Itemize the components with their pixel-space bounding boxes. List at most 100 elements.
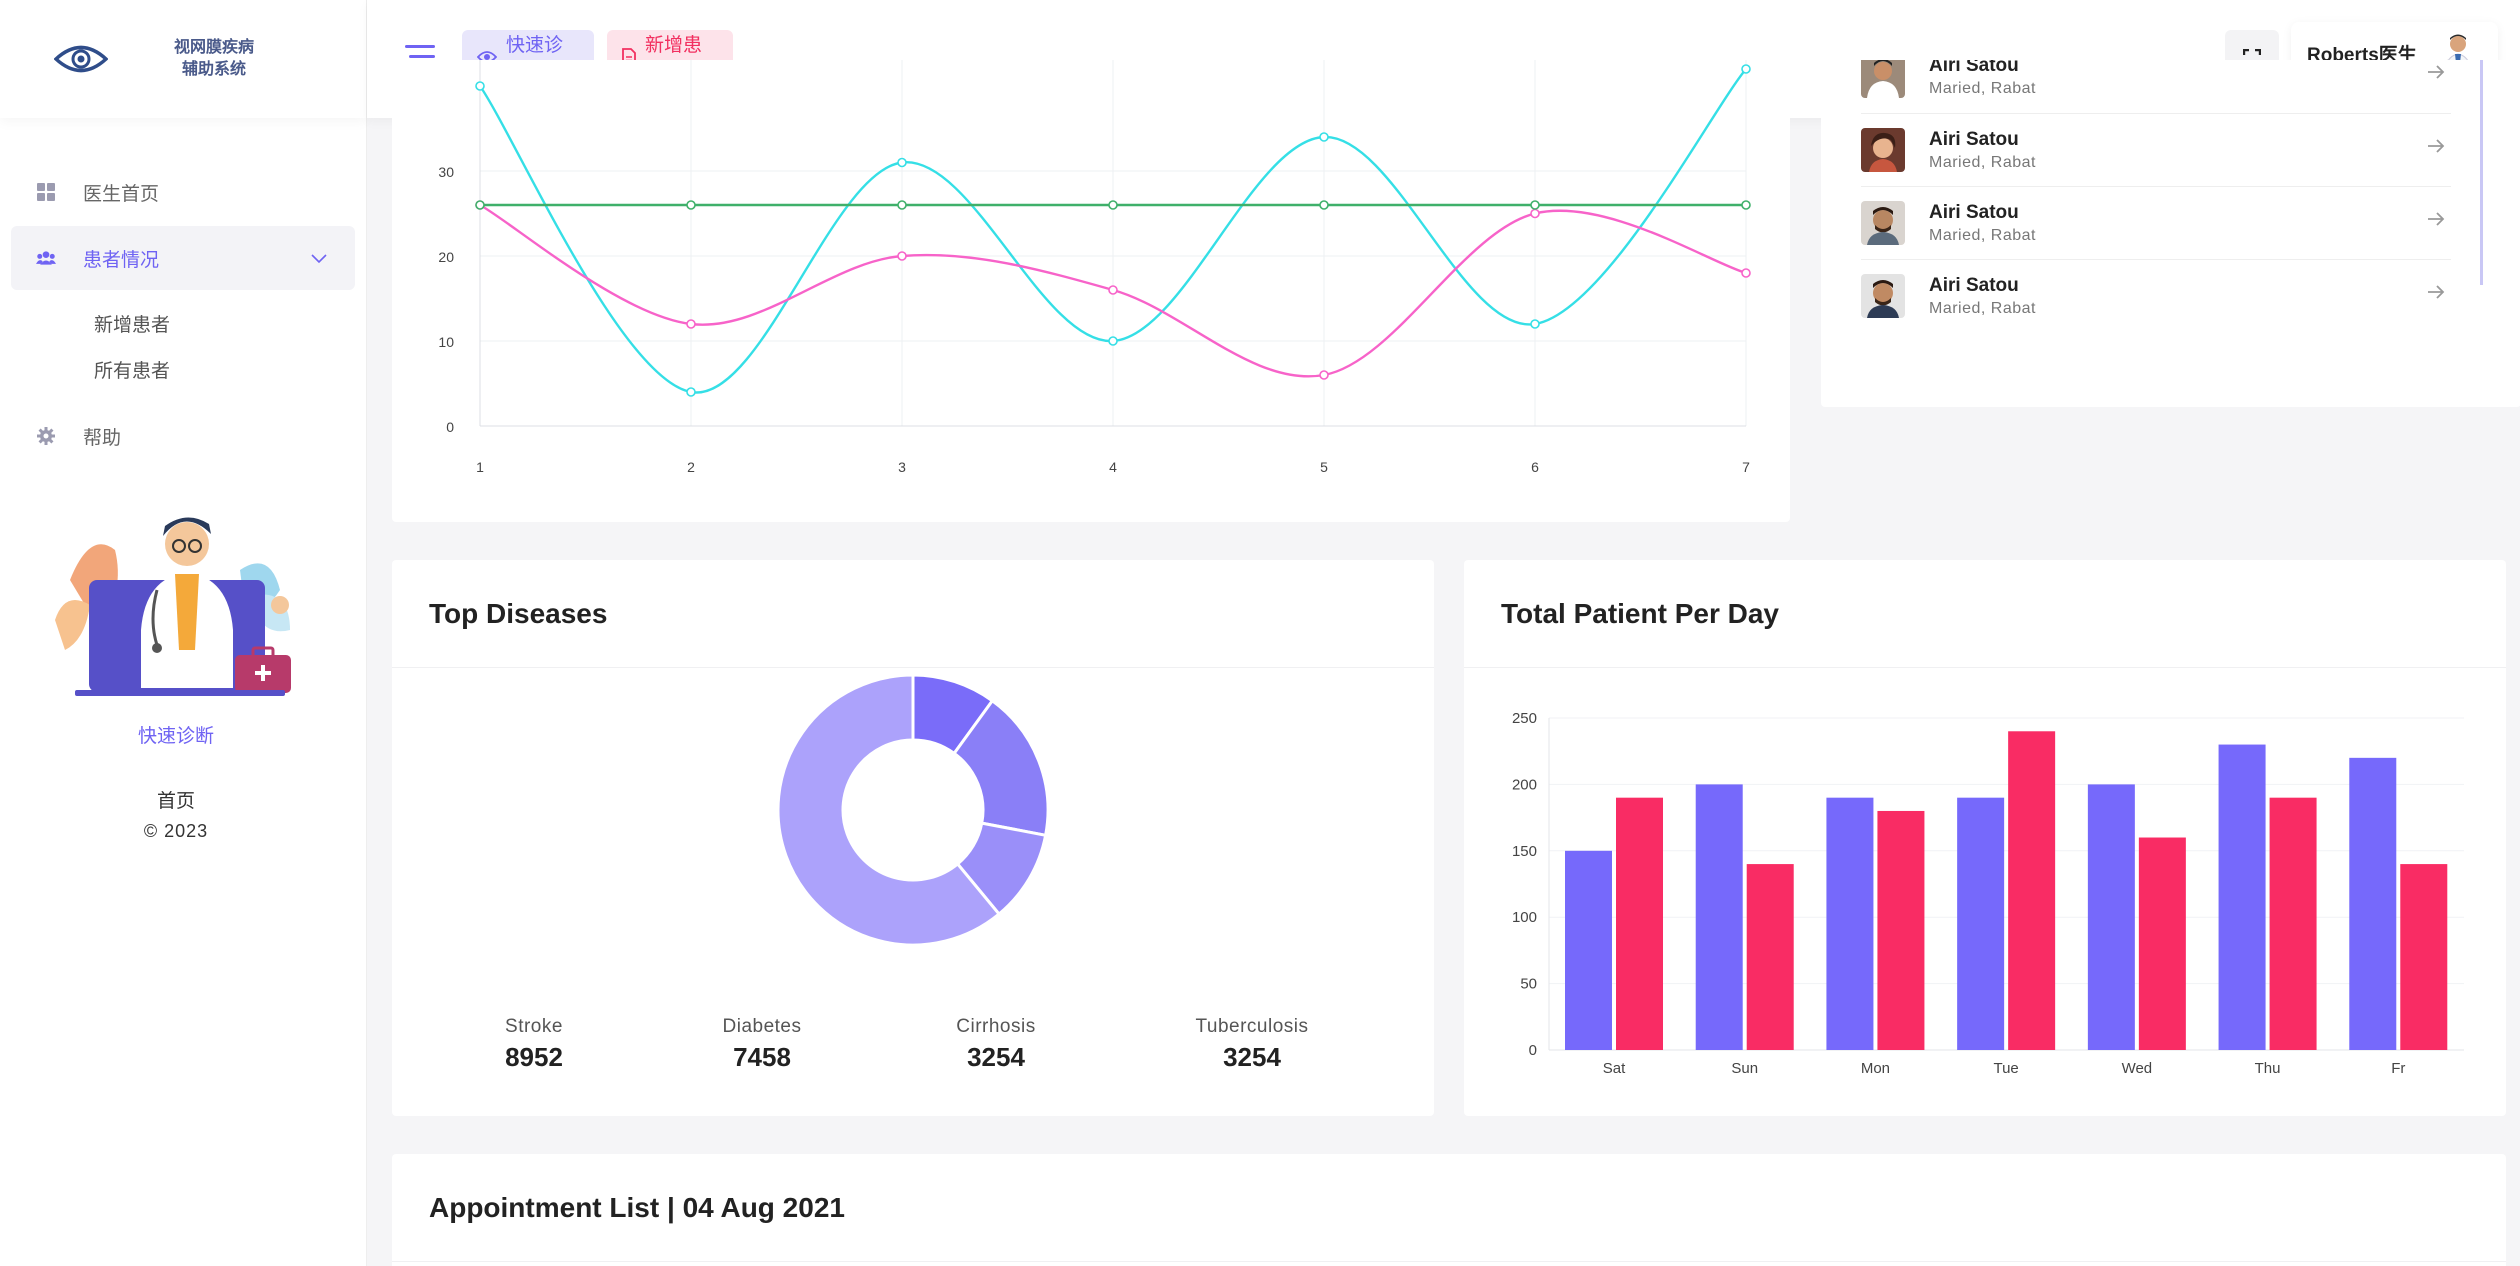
bar [1877, 810, 1925, 1050]
promo-panel: 快速诊断 首页 © 2023 [45, 510, 307, 842]
x-tick-label: 2 [687, 459, 695, 475]
stat-value: 3254 [967, 1042, 1025, 1072]
data-point [1108, 285, 1118, 295]
bar [2008, 731, 2056, 1050]
data-point [686, 200, 696, 210]
arrow-right-icon[interactable] [2427, 64, 2445, 80]
patient-status: Maried, Rabat [1929, 154, 2036, 171]
app-title-line1: 视网膜疾病 [174, 39, 255, 56]
arrow-right-icon[interactable] [2427, 138, 2445, 154]
bar [1616, 797, 1663, 1050]
line-chart-card: 0 10 20 30 1 2 3 4 5 6 7 [392, 60, 1790, 522]
data-point [475, 200, 485, 210]
stat-stroke: Stroke 8952 [464, 1016, 604, 1073]
list-scrollbar[interactable] [2480, 60, 2483, 285]
avatar [1861, 128, 1905, 172]
logo[interactable]: 视网膜疾病 辅助系统 [0, 0, 366, 118]
sidebar-item-home[interactable]: 医生首页 [11, 160, 355, 224]
top-diseases-title: Top Diseases [392, 560, 1434, 668]
y-tick-label: 20 [438, 249, 454, 265]
stat-label: Cirrhosis [956, 1016, 1036, 1037]
stat-value: 8952 [505, 1042, 563, 1072]
patient-status: Maried, Rabat [1929, 227, 2036, 244]
submenu-item-new-patient[interactable]: 新增患者 [94, 300, 355, 346]
patient-name: Airi Satou [1929, 129, 2019, 150]
bar [2218, 744, 2266, 1050]
y-tick-label: 250 [1512, 710, 1537, 727]
bar [1957, 797, 2005, 1050]
submenu-item-all-patients[interactable]: 所有患者 [94, 346, 355, 392]
sidebar-item-patients[interactable]: 患者情况 [11, 226, 355, 290]
avatar [1861, 201, 1905, 245]
quick-diagnosis-link[interactable]: 快速诊断 [45, 721, 307, 748]
data-point [1108, 336, 1118, 346]
y-tick-label: 100 [1512, 909, 1537, 926]
sidebar-item-help[interactable]: 帮助 [11, 404, 355, 468]
bar [1746, 864, 1794, 1050]
data-point [1108, 200, 1118, 210]
x-tick-label: Sun [1731, 1060, 1758, 1077]
x-tick-label: Sat [1603, 1060, 1626, 1077]
sidebar-nav: 医生首页 患者情况 新增患者 所有患者 帮助 [0, 118, 366, 468]
stat-value: 7458 [733, 1042, 791, 1072]
y-tick-label: 10 [438, 334, 454, 350]
data-point [1741, 200, 1751, 210]
patient-status: Maried, Rabat [1929, 300, 2036, 317]
x-tick-label: Tue [1993, 1060, 2018, 1077]
home-link[interactable]: 首页 [45, 786, 307, 813]
app-title: 视网膜疾病 辅助系统 [174, 37, 254, 81]
data-point [1319, 132, 1329, 142]
y-tick-label: 50 [1520, 976, 1537, 993]
arrow-right-icon[interactable] [2427, 211, 2445, 227]
stat-diabetes: Diabetes 7458 [692, 1016, 832, 1073]
list-item[interactable]: Airi Satou Maried, Rabat [1861, 187, 2451, 260]
top-diseases-card: Top Diseases Stroke 8952 Diabetes 7458 C… [392, 560, 1434, 1116]
stat-label: Diabetes [722, 1016, 802, 1037]
arrow-right-icon[interactable] [2427, 284, 2445, 300]
x-tick-label: Mon [1861, 1060, 1890, 1077]
data-point [1741, 64, 1751, 74]
data-point [475, 81, 485, 91]
bar [1695, 784, 1743, 1050]
data-point [1530, 208, 1540, 219]
patient-name: Airi Satou [1929, 275, 2019, 296]
y-tick-label: 200 [1512, 776, 1537, 793]
list-item[interactable]: Airi Satou Maried, Rabat [1861, 260, 2451, 333]
list-item[interactable]: Airi Satou Maried, Rabat [1861, 114, 2451, 187]
data-point [1530, 319, 1540, 329]
bar [2269, 797, 2317, 1050]
patients-submenu: 新增患者 所有患者 [11, 290, 355, 404]
bar [2087, 784, 2135, 1050]
y-tick-label: 0 [1529, 1042, 1537, 1059]
stat-value: 3254 [1223, 1042, 1281, 1072]
stat-cirrhosis: Cirrhosis 3254 [926, 1016, 1066, 1073]
sidebar-item-label: 帮助 [83, 427, 122, 449]
data-point [686, 387, 696, 397]
data-point [686, 319, 696, 329]
doctor-illustration [55, 517, 291, 696]
patient-status: Maried, Rabat [1929, 80, 2036, 97]
appointment-card: Appointment List | 04 Aug 2021 [392, 1154, 2506, 1266]
bar [2349, 757, 2397, 1050]
bar [1826, 797, 1874, 1050]
total-patient-title: Total Patient Per Day [1464, 560, 2506, 668]
x-tick-label: 7 [1742, 459, 1750, 475]
total-patient-card: Total Patient Per Day 0 50 100 150 200 250 Sat… [1464, 560, 2506, 1116]
chevron-down-icon [311, 248, 327, 270]
line-chart: 0 10 20 30 1 2 3 4 5 6 7 [438, 60, 1751, 475]
x-tick-label: 4 [1109, 459, 1117, 475]
patient-list-card: Airi Satou Maried, Rabat Airi Satou Mari… [1821, 60, 2520, 407]
y-tick-label: 0 [446, 419, 454, 435]
appointment-title: Appointment List | 04 Aug 2021 [392, 1154, 2506, 1262]
gear-icon [36, 426, 56, 446]
bar [2400, 864, 2448, 1050]
data-point [897, 157, 907, 168]
sidebar: 视网膜疾病 辅助系统 医生首页 患者情况 新增患者 所有患者 帮助 快速诊断 首… [0, 0, 367, 1266]
y-tick-label: 30 [438, 164, 454, 180]
x-tick-label: 6 [1531, 459, 1539, 475]
patient-name: Airi Satou [1929, 202, 2019, 223]
copyright-text: © 2023 [143, 821, 209, 841]
donut-chart [776, 675, 1050, 947]
bar [1565, 850, 1612, 1050]
bar-chart: 0 50 100 150 200 250 Sat Sun Mon Tue Wed Thu Fr [1512, 710, 2464, 1077]
